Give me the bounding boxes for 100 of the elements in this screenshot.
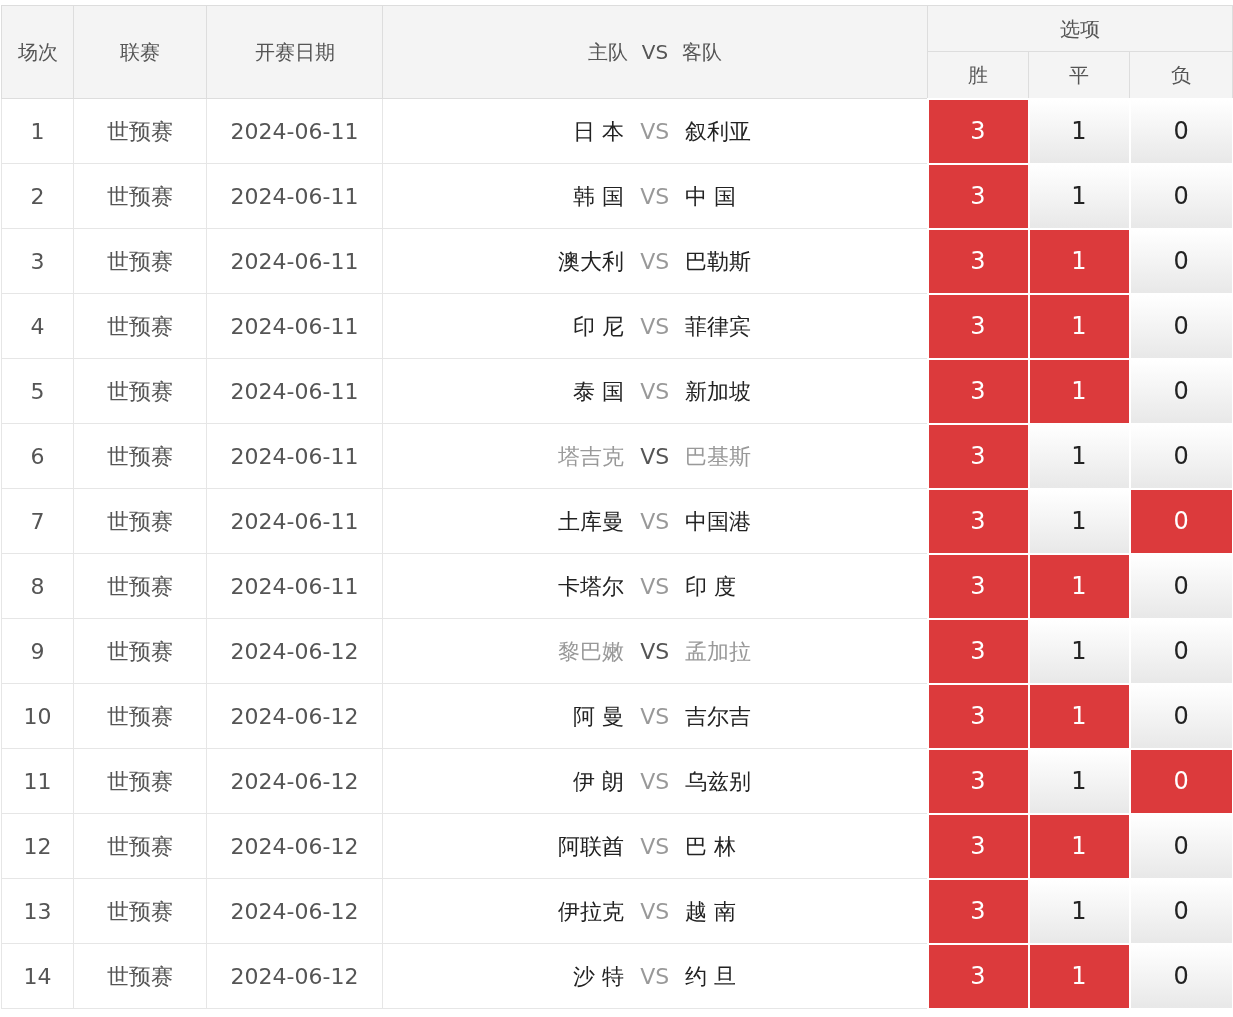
away-team: 新加坡 <box>685 377 753 406</box>
table-cell: 12 <box>1 813 74 879</box>
option-cell[interactable]: 0 <box>1129 618 1233 684</box>
option-cell[interactable]: 1 <box>1028 553 1130 619</box>
option-cell[interactable]: 0 <box>1129 358 1233 424</box>
versus-label: VS <box>639 507 671 536</box>
home-team: 卡塔尔 <box>557 572 625 601</box>
table-cell: 10 <box>1 683 74 749</box>
option-cell[interactable]: 1 <box>1028 618 1130 684</box>
column-header: 开赛日期 <box>206 5 383 99</box>
table-cell: 7 <box>1 488 74 554</box>
option-cell[interactable]: 3 <box>927 748 1029 814</box>
column-header: VS <box>640 39 670 66</box>
away-team: 巴基斯 <box>685 442 753 471</box>
column-header: 客队 <box>682 39 723 66</box>
home-team: 伊拉克 <box>557 897 625 926</box>
away-team: 越 南 <box>685 897 738 926</box>
option-cell[interactable]: 3 <box>927 553 1029 619</box>
table-cell: 世预赛 <box>73 423 207 489</box>
versus-label: VS <box>639 572 671 601</box>
away-team: 叙利亚 <box>685 117 753 146</box>
table-cell: 世预赛 <box>73 488 207 554</box>
table-cell: 2 <box>1 163 74 229</box>
table-cell: 2024-06-11 <box>206 423 383 489</box>
table-cell: 世预赛 <box>73 813 207 879</box>
option-cell[interactable]: 3 <box>927 423 1029 489</box>
versus-label: VS <box>639 897 671 926</box>
table-cell: 3 <box>1 228 74 294</box>
option-cell[interactable]: 1 <box>1028 228 1130 294</box>
home-team: 黎巴嫩 <box>557 637 625 666</box>
option-cell[interactable]: 3 <box>927 228 1029 294</box>
table-cell: 8 <box>1 553 74 619</box>
table-cell: 世预赛 <box>73 293 207 359</box>
option-cell[interactable]: 1 <box>1028 878 1130 944</box>
column-header: 主队 <box>587 39 628 66</box>
table-cell: 2024-06-12 <box>206 943 383 1009</box>
versus-label: VS <box>639 117 671 146</box>
option-cell[interactable]: 1 <box>1028 683 1130 749</box>
versus-label: VS <box>639 962 671 991</box>
option-cell[interactable]: 1 <box>1028 488 1130 554</box>
table-cell: 2024-06-11 <box>206 358 383 424</box>
option-cell[interactable]: 3 <box>927 163 1029 229</box>
option-cell[interactable]: 3 <box>927 878 1029 944</box>
table-cell: 世预赛 <box>73 553 207 619</box>
home-team: 韩 国 <box>572 182 625 211</box>
option-cell[interactable]: 3 <box>927 488 1029 554</box>
home-team: 土库曼 <box>557 507 625 536</box>
table-cell: 2024-06-12 <box>206 683 383 749</box>
home-team: 阿联酋 <box>557 832 625 861</box>
versus-label: VS <box>639 247 671 276</box>
table-cell: 2024-06-11 <box>206 488 383 554</box>
option-cell[interactable]: 3 <box>927 98 1029 164</box>
option-cell[interactable]: 3 <box>927 683 1029 749</box>
option-cell[interactable]: 3 <box>927 358 1029 424</box>
table-cell: 5 <box>1 358 74 424</box>
table-cell: 2024-06-11 <box>206 98 383 164</box>
option-cell[interactable]: 3 <box>927 943 1029 1009</box>
option-cell[interactable]: 1 <box>1028 98 1130 164</box>
table-cell: 2024-06-11 <box>206 293 383 359</box>
versus-label: VS <box>639 832 671 861</box>
table-cell: 11 <box>1 748 74 814</box>
table-cell: 2024-06-11 <box>206 228 383 294</box>
option-cell[interactable]: 1 <box>1028 163 1130 229</box>
away-team: 约 旦 <box>685 962 738 991</box>
table-cell: 世预赛 <box>73 98 207 164</box>
option-cell[interactable]: 3 <box>927 618 1029 684</box>
option-cell[interactable]: 1 <box>1028 748 1130 814</box>
option-cell[interactable]: 1 <box>1028 943 1130 1009</box>
option-cell[interactable]: 0 <box>1129 878 1233 944</box>
home-team: 泰 国 <box>572 377 625 406</box>
away-team: 中国港 <box>685 507 753 536</box>
versus-label: VS <box>639 637 671 666</box>
option-cell[interactable]: 0 <box>1129 488 1233 554</box>
option-cell[interactable]: 3 <box>927 813 1029 879</box>
table-cell: 2024-06-12 <box>206 618 383 684</box>
table-cell: 14 <box>1 943 74 1009</box>
versus-label: VS <box>639 442 671 471</box>
table-cell: 2024-06-12 <box>206 813 383 879</box>
column-header: 平 <box>1028 51 1130 99</box>
option-cell[interactable]: 0 <box>1129 98 1233 164</box>
table-cell: 2024-06-11 <box>206 553 383 619</box>
versus-label: VS <box>639 312 671 341</box>
away-team: 孟加拉 <box>685 637 753 666</box>
table-cell: 1 <box>1 98 74 164</box>
option-cell[interactable]: 1 <box>1028 423 1130 489</box>
home-team: 阿 曼 <box>572 702 625 731</box>
option-cell[interactable]: 1 <box>1028 293 1130 359</box>
option-cell[interactable]: 0 <box>1129 228 1233 294</box>
home-team: 沙 特 <box>572 962 625 991</box>
option-cell[interactable]: 0 <box>1129 748 1233 814</box>
versus-label: VS <box>639 182 671 211</box>
column-header: 负 <box>1129 51 1233 99</box>
option-cell[interactable]: 3 <box>927 293 1029 359</box>
away-team: 巴 林 <box>685 832 738 861</box>
home-team: 日 本 <box>572 117 625 146</box>
table-cell: 2024-06-12 <box>206 748 383 814</box>
column-header: 胜 <box>927 51 1029 99</box>
option-cell[interactable]: 1 <box>1028 813 1130 879</box>
option-cell[interactable]: 1 <box>1028 358 1130 424</box>
table-cell: 世预赛 <box>73 618 207 684</box>
